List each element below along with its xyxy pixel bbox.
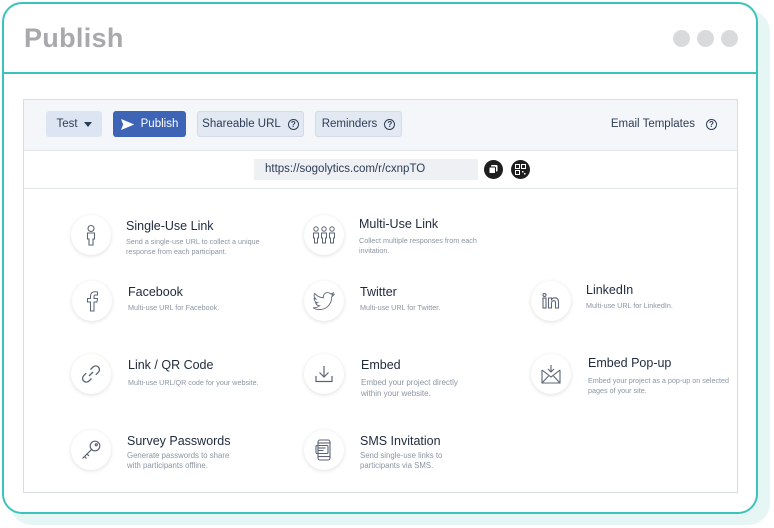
option-description: Collect multiple responses from each inv… (359, 236, 477, 255)
reminders-button[interactable]: Reminders ? (315, 111, 402, 137)
publish-button-label: Publish (140, 118, 179, 130)
facebook-option[interactable]: Facebook Multi-use URL for Facebook. (72, 281, 282, 331)
survey-url-field[interactable]: https://sogolytics.com/r/cxnpTO (254, 159, 478, 180)
option-title: Embed (361, 358, 401, 372)
caret-down-icon (83, 121, 92, 127)
option-title: SMS Invitation (360, 434, 441, 448)
option-description: Multi-use URL for Facebook. (128, 303, 220, 312)
facebook-icon (72, 281, 112, 321)
option-description: Send a single-use URL to collect a uniqu… (126, 237, 260, 256)
qr-code-button[interactable] (511, 160, 530, 179)
linkedin-icon (531, 281, 571, 321)
mail-icon (531, 354, 571, 394)
key-icon (71, 430, 111, 470)
test-dropdown-button[interactable]: Test (46, 111, 102, 137)
window-title: Publish (24, 23, 124, 53)
option-description: Send single-use links to participants vi… (360, 451, 443, 470)
copy-url-button[interactable] (484, 160, 503, 179)
single-use-link-option[interactable]: Single-Use Link Send a single-use URL to… (71, 215, 281, 265)
email-templates-link[interactable]: Email Templates ? (611, 118, 717, 130)
shareable-url-button[interactable]: Shareable URL ? (197, 111, 304, 137)
survey-passwords-option[interactable]: Survey Passwords Generate passwords to s… (71, 430, 281, 480)
send-icon (120, 118, 134, 130)
url-row: https://sogolytics.com/r/cxnpTO (24, 151, 737, 189)
help-icon: ? (384, 118, 396, 130)
window-dot-2[interactable] (697, 30, 714, 47)
twitter-icon (304, 281, 344, 321)
link-qr-code-option[interactable]: Link / QR Code Multi-use URL/QR code for… (71, 354, 281, 404)
window-controls (673, 30, 738, 47)
toolbar: Test Publish Shareable URL ? Reminders ?… (24, 100, 737, 151)
option-description: Multi-use URL/QR code for your website. (128, 378, 259, 387)
option-title: Single-Use Link (126, 219, 214, 233)
option-title: Link / QR Code (128, 358, 214, 372)
twitter-option[interactable]: Twitter Multi-use URL for Twitter. (304, 281, 514, 331)
option-description: Embed your project directly within your … (361, 378, 458, 398)
title-bar: Publish (4, 4, 756, 74)
help-icon: ? (706, 118, 717, 130)
option-description: Embed your project as a pop-up on select… (588, 376, 730, 395)
option-title: Embed Pop-up (588, 356, 672, 370)
test-button-label: Test (56, 118, 78, 130)
option-title: Twitter (360, 285, 397, 299)
option-title: Survey Passwords (127, 434, 231, 448)
publish-button[interactable]: Publish (113, 111, 186, 137)
embed-option[interactable]: Embed Embed your project directly within… (304, 354, 514, 404)
linkedin-option[interactable]: LinkedIn Multi-use URL for LinkedIn. (531, 281, 741, 331)
reminders-label: Reminders (321, 118, 378, 130)
shareable-url-label: Shareable URL (202, 118, 281, 130)
embed-popup-option[interactable]: Embed Pop-up Embed your project as a pop… (531, 354, 741, 404)
sms-invitation-option[interactable]: SMS Invitation Send single-use links to … (304, 430, 514, 480)
window-dot-3[interactable] (721, 30, 738, 47)
multi-use-link-option[interactable]: Multi-Use Link Collect multiple response… (304, 215, 514, 265)
qr-code-icon (515, 164, 526, 175)
option-description: Generate passwords to share with partici… (127, 451, 230, 470)
window-dot-1[interactable] (673, 30, 690, 47)
copy-icon (488, 165, 498, 174)
publish-window: Publish Test Publish Shareable URL ? Rem… (2, 2, 758, 514)
email-templates-label: Email Templates (610, 118, 695, 130)
option-description: Multi-use URL for LinkedIn. (586, 301, 673, 310)
option-title: LinkedIn (586, 283, 634, 297)
link-icon (71, 354, 111, 394)
option-title: Facebook (128, 285, 183, 299)
person-icon (71, 215, 111, 255)
download-icon (304, 354, 344, 394)
group-icon (304, 215, 344, 255)
sms-icon (304, 430, 344, 470)
option-description: Multi-use URL for Twitter. (360, 303, 441, 312)
help-icon: ? (287, 118, 299, 130)
option-title: Multi-Use Link (359, 217, 439, 231)
publish-panel: Test Publish Shareable URL ? Reminders ?… (23, 99, 738, 493)
